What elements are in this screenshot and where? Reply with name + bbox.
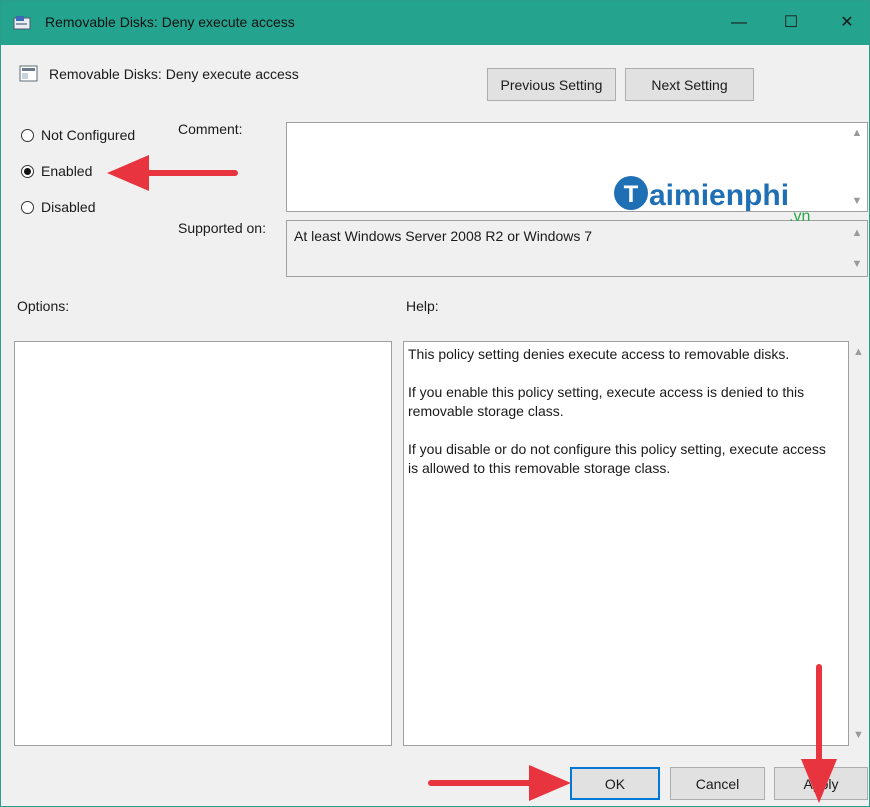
radio-not-configured[interactable]: Not Configured (21, 125, 135, 145)
scroll-down-icon[interactable]: ▼ (847, 258, 867, 270)
window-title: Removable Disks: Deny execute access (45, 14, 295, 30)
arrow-right-icon (428, 765, 571, 801)
radio-circle[interactable] (21, 200, 34, 214)
policy-dialog-window: Removable Disks: Deny execute access — ☐… (0, 0, 870, 807)
minimize-button[interactable]: — (719, 9, 759, 37)
supported-on-value: At least Windows Server 2008 R2 or Windo… (294, 228, 593, 244)
scroll-up-icon[interactable]: ▲ (847, 227, 867, 239)
cancel-button[interactable]: Cancel (670, 767, 765, 800)
comment-label: Comment: (178, 121, 243, 137)
watermark-initial: T (624, 181, 639, 208)
policy-app-icon (13, 16, 31, 30)
help-paragraph: If you enable this policy setting, execu… (408, 384, 805, 419)
options-label: Options: (17, 298, 70, 314)
previous-setting-button[interactable]: Previous Setting (487, 68, 616, 101)
watermark-logo-mark: T aimienphi .vn (614, 176, 810, 225)
options-pane (14, 341, 392, 746)
watermark-brand: aimienphi (649, 179, 789, 212)
supported-on-field: At least Windows Server 2008 R2 or Windo… (286, 220, 868, 277)
arrow-down-icon (801, 664, 837, 803)
policy-setting-icon (19, 65, 38, 82)
scroll-down-icon[interactable]: ▼ (847, 195, 867, 207)
scroll-up-icon[interactable]: ▲ (847, 127, 867, 139)
radio-circle[interactable] (21, 164, 34, 178)
help-scroll-up-icon[interactable]: ▲ (853, 346, 864, 358)
close-button[interactable]: ✕ (827, 9, 867, 37)
radio-label: Disabled (41, 199, 96, 215)
help-label: Help: (406, 298, 439, 314)
radio-enabled[interactable]: Enabled (21, 161, 92, 181)
radio-disabled[interactable]: Disabled (21, 197, 95, 217)
radio-label: Enabled (41, 163, 93, 179)
supported-on-label: Supported on: (178, 220, 266, 236)
radio-label: Not Configured (41, 127, 136, 143)
ok-button[interactable]: OK (570, 767, 660, 800)
help-scroll-down-icon[interactable]: ▼ (853, 729, 864, 741)
policy-title: Removable Disks: Deny execute access (49, 66, 299, 82)
watermark-logo: T aimienphi .vn (613, 173, 843, 226)
radio-circle[interactable] (21, 128, 34, 142)
next-setting-button[interactable]: Next Setting (625, 68, 754, 101)
help-paragraph: This policy setting denies execute acces… (408, 346, 790, 362)
maximize-button[interactable]: ☐ (771, 9, 811, 37)
title-bar[interactable]: Removable Disks: Deny execute access — ☐… (1, 1, 869, 45)
help-paragraph: If you disable or do not configure this … (408, 441, 826, 476)
arrow-left-icon (107, 155, 238, 191)
help-text: This policy setting denies execute acces… (408, 345, 833, 497)
watermark-tld: .vn (789, 208, 810, 223)
